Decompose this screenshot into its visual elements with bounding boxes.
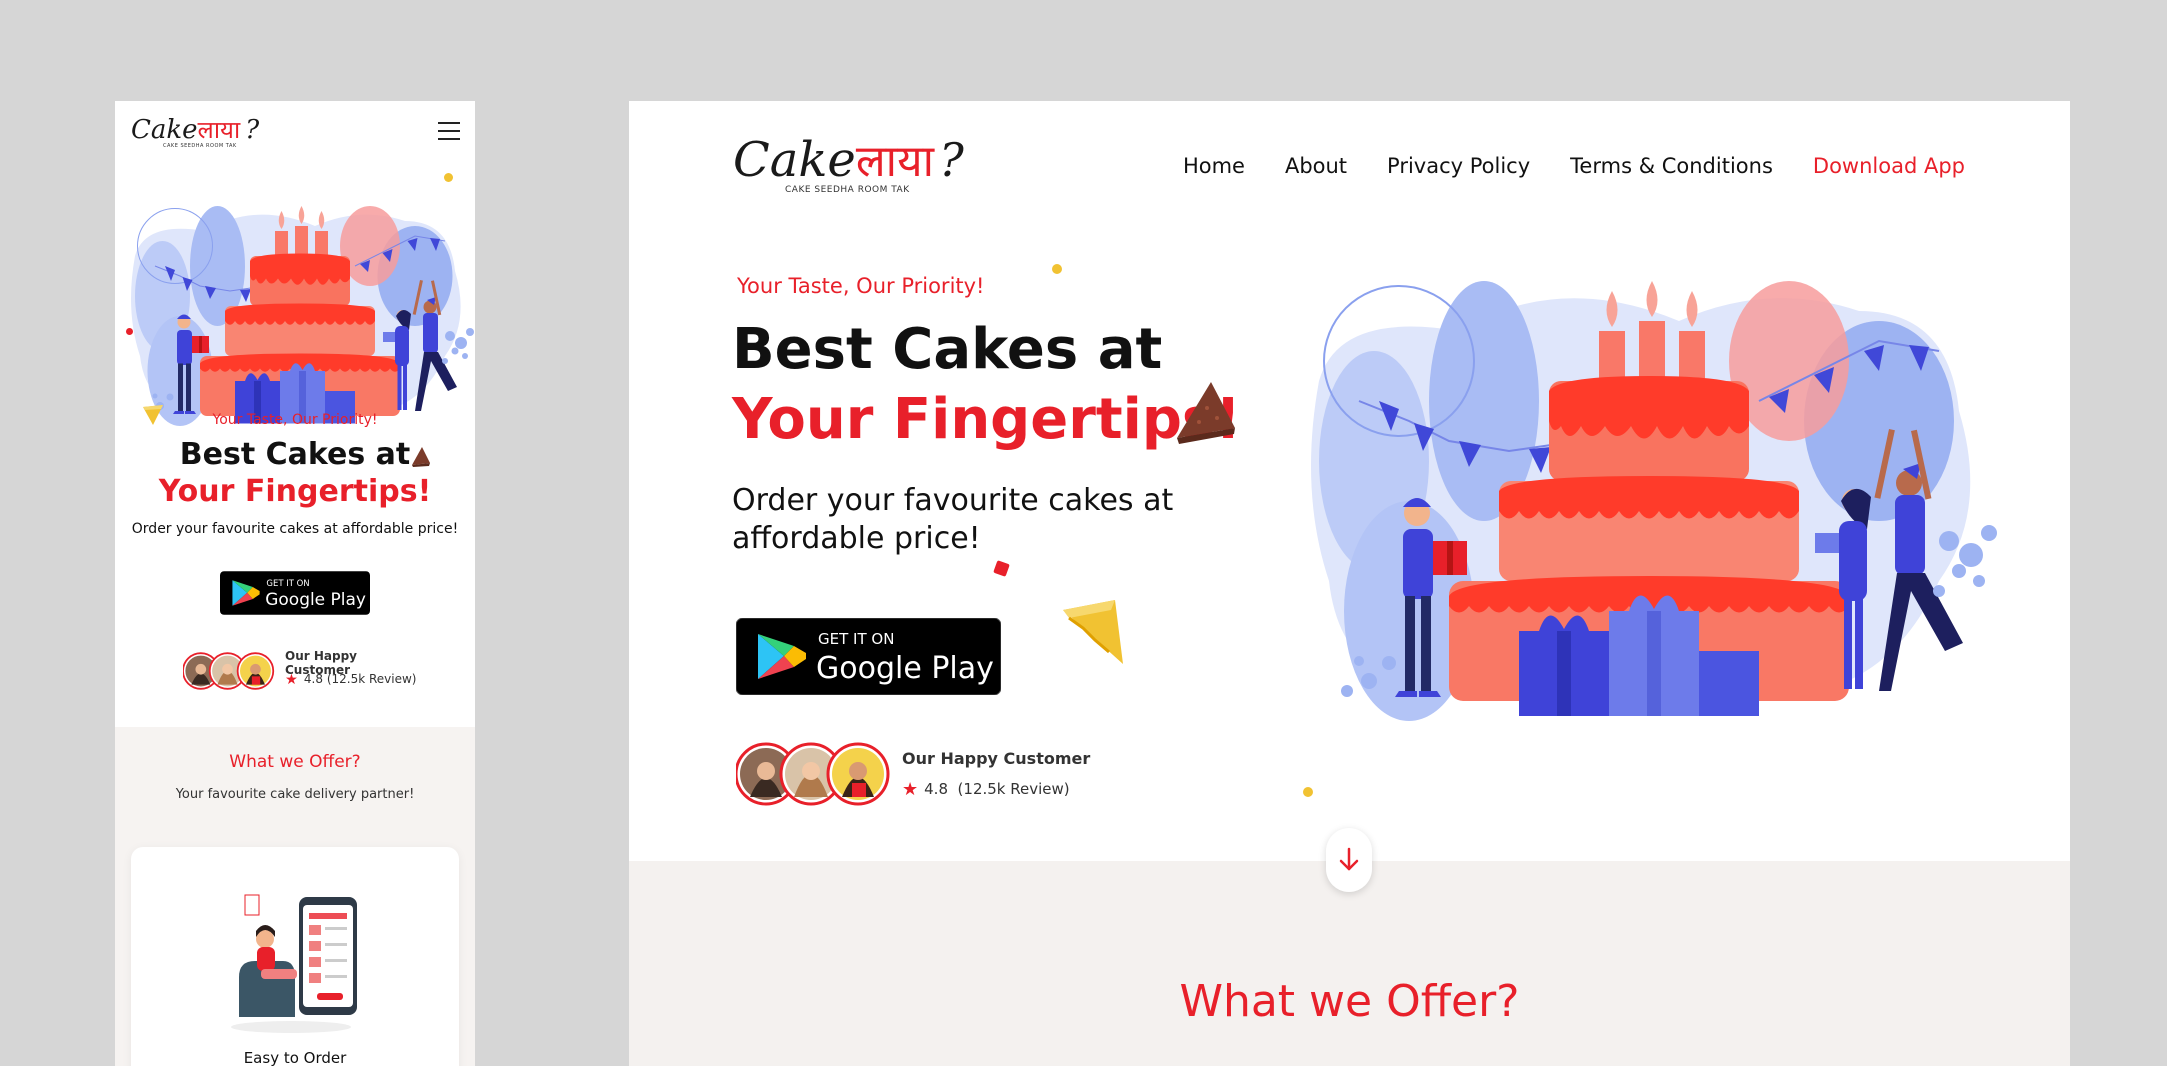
star-icon: ★ [285, 672, 298, 688]
customer-avatars [736, 742, 890, 806]
nav-privacy-policy[interactable]: Privacy Policy [1387, 154, 1530, 178]
nav-home[interactable]: Home [1183, 154, 1245, 178]
decor-dot [1052, 264, 1062, 274]
hero-title-line1: Best Cakes at [732, 317, 1163, 382]
google-play-button[interactable]: GET IT ON Google Play [735, 617, 1002, 696]
happy-customers: Our Happy Customer ★ 4.8 (12.5k Review) [736, 741, 1136, 807]
play-big-label: Google Play [265, 590, 366, 610]
google-play-button[interactable]: GET IT ON Google Play [220, 571, 370, 615]
decor-square [993, 560, 1010, 577]
cake-slice-decor [1063, 600, 1123, 664]
offer-title: What we Offer? [229, 752, 361, 772]
play-small-label: GET IT ON [818, 630, 894, 648]
star-icon: ★ [902, 779, 919, 800]
logo-question-mark: ? [245, 115, 260, 145]
customers-rating: ★ 4.8 (12.5k Review) [285, 672, 417, 688]
offer-subtitle: Your favourite cake delivery partner! [175, 787, 415, 802]
hamburger-icon[interactable] [438, 122, 460, 140]
arrow-down-icon [1339, 847, 1359, 871]
nav-terms-conditions[interactable]: Terms & Conditions [1570, 154, 1773, 178]
hero-eyebrow: Your Taste, Our Priority! [212, 412, 378, 428]
play-big-label: Google Play [816, 651, 994, 686]
hero-title-line2: Your Fingertips! [732, 387, 1241, 452]
customers-rating: ★ 4.8 (12.5k Review) [902, 779, 1070, 800]
logo[interactable]: Cakeलाया ? CAKE SEEDHA ROOM TAK [131, 115, 260, 149]
hero-eyebrow: Your Taste, Our Priority! [737, 274, 985, 298]
offer-card[interactable]: Easy to Order [131, 847, 459, 1066]
play-small-label: GET IT ON [266, 579, 309, 589]
logo-text-latin: Cake [733, 132, 856, 188]
logo-question-mark: ? [939, 133, 964, 187]
phone-order-illustration [231, 894, 357, 1033]
hero-title-line1: Best Cakes at [179, 437, 411, 472]
customer-avatars [183, 652, 275, 690]
logo-text-hindi: लाया [855, 136, 934, 187]
decor-dot [126, 328, 133, 335]
logo-tagline: CAKE SEEDHA ROOM TAK [785, 185, 910, 195]
decor-dot [1303, 787, 1313, 797]
main-nav: Home About Privacy Policy Terms & Condit… [1183, 154, 1965, 178]
offer-card-title: Easy to Order [243, 1049, 347, 1066]
decor-dot [444, 173, 453, 182]
nav-about[interactable]: About [1285, 154, 1347, 178]
logo-tagline: CAKE SEEDHA ROOM TAK [163, 143, 237, 149]
hero-illustration [1310, 280, 1998, 722]
nav-download-app[interactable]: Download App [1813, 154, 1965, 178]
mobile-preview: Cakeलाया ? CAKE SEEDHA ROOM TAK Your Tas… [115, 101, 475, 1066]
desktop-preview: Cakeलाया ? CAKE SEEDHA ROOM TAK Home Abo… [629, 101, 2070, 1066]
chocolate-slice-decor [1177, 382, 1235, 444]
hero-subtitle: Order your favourite cakes at affordable… [131, 521, 459, 537]
logo[interactable]: Cakeलाया ? CAKE SEEDHA ROOM TAK [733, 133, 964, 195]
hero-title-line2: Your Fingertips! [158, 474, 432, 509]
hero-subtitle: Order your favourite cakes at affordable… [732, 483, 1174, 556]
happy-customers: Our Happy Customer ★ 4.8 (12.5k Review) [183, 647, 423, 691]
logo-text-hindi: लाया [197, 116, 241, 144]
customers-label: Our Happy Customer [902, 749, 1091, 768]
offer-title: What we Offer? [1179, 976, 1520, 1027]
logo-text-latin: Cake [131, 115, 198, 145]
scroll-down-button[interactable] [1326, 828, 1372, 892]
